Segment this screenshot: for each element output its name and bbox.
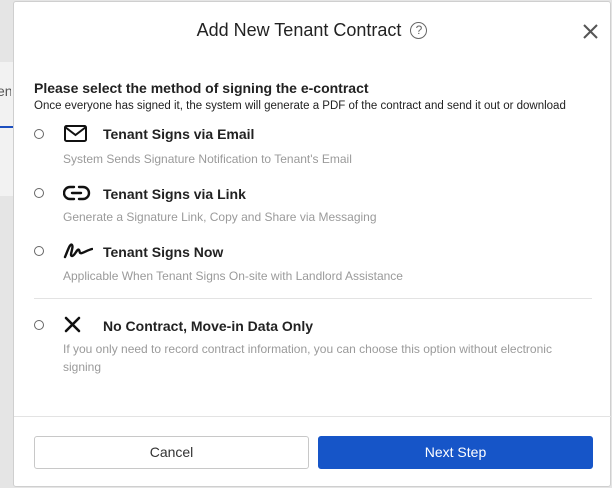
link-icon	[62, 182, 91, 204]
radio-sign-via-email[interactable]	[34, 129, 44, 139]
signing-method-heading: Please select the method of signing the …	[34, 80, 369, 96]
dialog-title: Add New Tenant Contract	[196, 19, 402, 40]
option-description: Generate a Signature Link, Copy and Shar…	[63, 210, 377, 224]
option-description: System Sends Signature Notification to T…	[63, 152, 352, 166]
radio-no-contract[interactable]	[34, 320, 44, 330]
close-button[interactable]	[581, 22, 601, 42]
signing-method-description: Once everyone has signed it, the system …	[34, 100, 566, 112]
option-sign-via-link[interactable]: Tenant Signs via Link Generate a Signatu…	[14, 181, 612, 237]
footer-divider	[14, 416, 612, 417]
radio-sign-now[interactable]	[34, 246, 44, 256]
option-label: Tenant Signs via Email	[103, 126, 255, 142]
envelope-icon	[63, 124, 89, 146]
option-label: Tenant Signs Now	[103, 244, 224, 260]
option-description: Applicable When Tenant Signs On-site wit…	[63, 269, 403, 283]
signature-icon	[63, 240, 94, 262]
option-description: If you only need to record contract info…	[63, 342, 552, 374]
close-icon	[583, 24, 598, 39]
help-icon[interactable]: ?	[410, 21, 428, 39]
background-tab-label: en	[0, 83, 11, 99]
option-sign-via-email[interactable]: Tenant Signs via Email System Sends Sign…	[14, 122, 612, 178]
dialog-header: Add New Tenant Contract ?	[14, 19, 610, 41]
option-no-contract[interactable]: No Contract, Move-in Data Only If you on…	[14, 313, 612, 379]
radio-sign-via-link[interactable]	[34, 188, 44, 198]
option-sign-now[interactable]: Tenant Signs Now Applicable When Tenant …	[14, 239, 612, 295]
x-icon	[63, 315, 89, 337]
next-step-button[interactable]: Next Step	[318, 436, 593, 469]
background-tab-indicator	[0, 126, 14, 128]
add-tenant-contract-dialog: Add New Tenant Contract ? Please select …	[13, 1, 612, 487]
cancel-button[interactable]: Cancel	[34, 436, 309, 469]
options-divider	[34, 298, 592, 299]
option-label: Tenant Signs via Link	[103, 186, 246, 202]
option-label: No Contract, Move-in Data Only	[103, 318, 314, 334]
